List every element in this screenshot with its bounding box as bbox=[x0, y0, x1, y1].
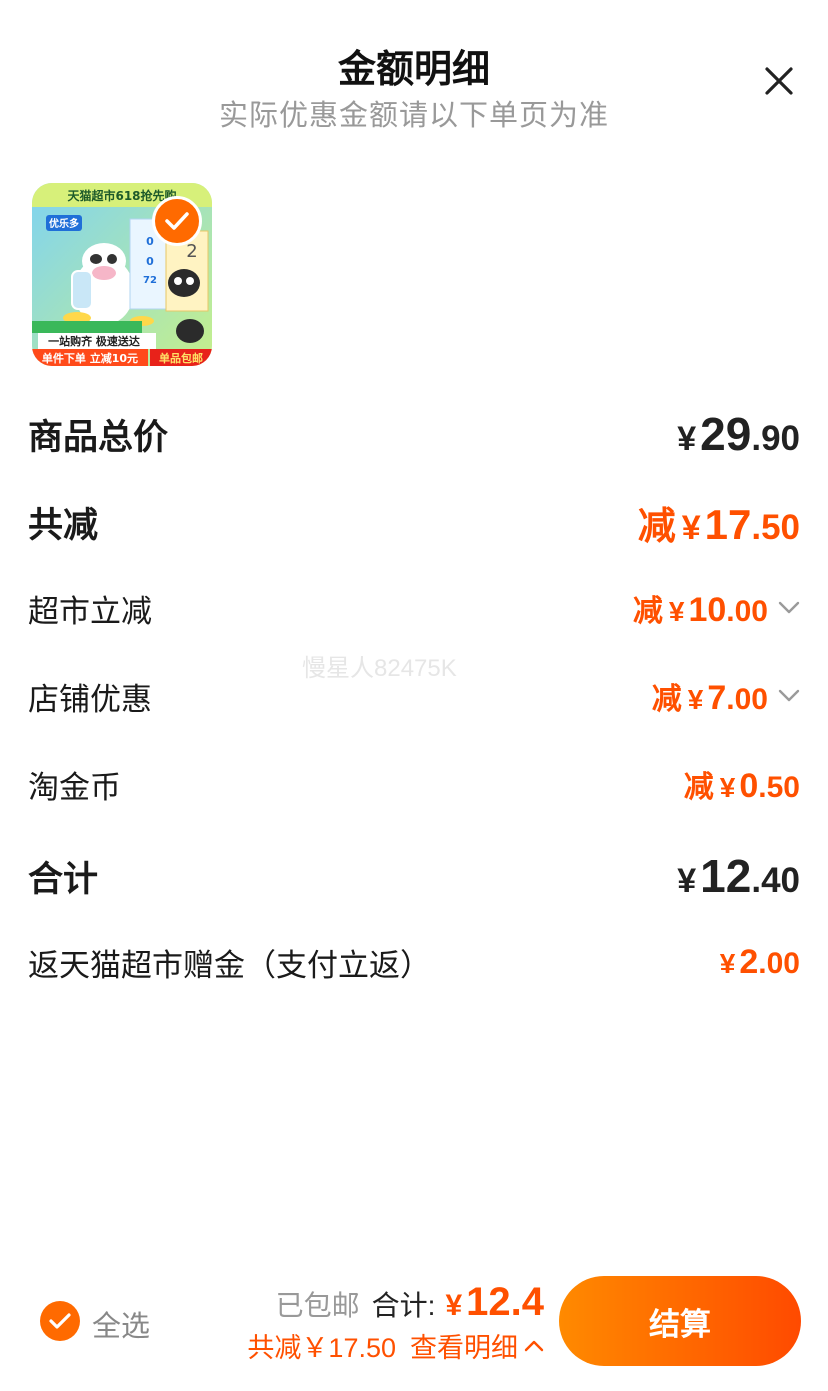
footer-discount-text: 共减￥17.50 bbox=[247, 1333, 396, 1363]
cashback-label: 返天猫超市赠金（支付立返） bbox=[28, 947, 431, 983]
currency-symbol: ¥ bbox=[687, 684, 704, 715]
row-supermarket-discount[interactable]: 超市立减 减 ¥ 10 .00 bbox=[28, 584, 800, 632]
close-icon bbox=[765, 67, 793, 95]
subtotal-amount: ¥ 12 .40 bbox=[677, 849, 800, 903]
checkout-button[interactable]: 结算 bbox=[559, 1276, 801, 1366]
chevron-up-icon[interactable] bbox=[524, 1339, 544, 1353]
total-price-dec: .90 bbox=[751, 419, 800, 458]
amount-detail-sheet: 金额明细 实际优惠金额请以下单页为准 天猫超市618抢先购 优乐多 0 0 72… bbox=[0, 0, 828, 1391]
product-brand: 优乐多 bbox=[49, 217, 79, 230]
currency-symbol: ¥ bbox=[677, 420, 697, 458]
total-price-int: 29 bbox=[700, 408, 752, 460]
shipping-free-label: 已包邮 bbox=[275, 1290, 360, 1321]
total-price-label: 商品总价 bbox=[28, 417, 169, 457]
currency-symbol: ¥ bbox=[677, 862, 697, 900]
row-store-discount[interactable]: 店铺优惠 减 ¥ 7 .00 bbox=[28, 672, 800, 720]
currency-symbol: ¥ bbox=[719, 772, 736, 803]
close-button[interactable] bbox=[760, 62, 798, 100]
taojin-coin-label: 淘金币 bbox=[28, 769, 121, 805]
discount-prefix: 减 bbox=[651, 683, 682, 716]
total-discount-label: 共减 bbox=[28, 505, 99, 545]
row-total-discount: 共减 减 ¥ 17 .50 bbox=[28, 496, 800, 548]
total-discount-dec: .50 bbox=[751, 507, 800, 547]
cashback-int: 2 bbox=[739, 942, 759, 981]
row-total-price: 商品总价 ¥ 29 .90 bbox=[28, 408, 800, 460]
currency-symbol: ¥ bbox=[668, 596, 685, 627]
supermarket-discount-amount: 减 ¥ 10 .00 bbox=[633, 586, 800, 630]
select-all-checkbox[interactable] bbox=[40, 1301, 80, 1341]
supermarket-discount-dec: .00 bbox=[726, 595, 768, 628]
total-discount-amount: 减 ¥ 17 .50 bbox=[638, 495, 800, 550]
taojin-coin-int: 0 bbox=[739, 767, 759, 805]
select-all-label[interactable]: 全选 bbox=[92, 1303, 150, 1345]
taojin-coin-amount: 减 ¥ 0 .50 bbox=[684, 762, 800, 806]
store-discount-label: 店铺优惠 bbox=[28, 681, 152, 717]
subtotal-label: 合计 bbox=[28, 859, 99, 899]
currency-symbol: ¥ bbox=[719, 947, 736, 979]
page-title: 金额明细 bbox=[337, 49, 490, 91]
row-subtotal: 合计 ¥ 12 .40 bbox=[28, 850, 800, 902]
discount-prefix: 减 bbox=[683, 771, 714, 804]
discount-prefix: 减 bbox=[632, 595, 663, 628]
currency-symbol: ¥ bbox=[681, 508, 701, 547]
total-discount-int: 17 bbox=[704, 500, 752, 548]
cashback-amount: ¥ 2 .00 bbox=[720, 943, 800, 982]
chevron-down-icon[interactable] bbox=[778, 689, 800, 703]
chevron-down-icon[interactable] bbox=[778, 601, 800, 615]
subtotal-dec: .40 bbox=[751, 861, 800, 900]
currency-symbol: ¥ bbox=[445, 1289, 463, 1322]
svg-text:72: 72 bbox=[143, 275, 157, 286]
cashback-dec: .00 bbox=[758, 946, 800, 980]
taojin-coin-dec: .50 bbox=[758, 771, 800, 804]
view-details-link[interactable]: 查看明细 bbox=[410, 1326, 518, 1365]
supermarket-discount-int: 10 bbox=[688, 591, 727, 629]
svg-text:0: 0 bbox=[146, 235, 154, 248]
discount-prefix: 减 bbox=[637, 505, 676, 548]
footer-discount-details[interactable]: 共减￥17.50 查看明细 bbox=[247, 1326, 544, 1365]
store-discount-int: 7 bbox=[707, 679, 727, 717]
total-price-amount: ¥ 29 .90 bbox=[677, 407, 800, 461]
product-select-checkbox[interactable] bbox=[152, 196, 202, 246]
svg-text:0: 0 bbox=[146, 255, 154, 268]
footer-total: 已包邮 合计: ¥ 12.4 bbox=[276, 1280, 544, 1325]
supermarket-discount-label: 超市立减 bbox=[28, 593, 152, 629]
row-cashback: 返天猫超市赠金（支付立返） ¥ 2 .00 bbox=[28, 938, 800, 986]
page-subtitle: 实际优惠金额请以下单页为准 bbox=[218, 100, 609, 132]
row-taojin-coin: 淘金币 减 ¥ 0 .50 bbox=[28, 760, 800, 808]
product-banner-mid: 一站购齐 极速送达 bbox=[48, 334, 140, 348]
product-banner-left: 单件下单 立减10元 bbox=[42, 351, 138, 365]
footer-total-value: 12.4 bbox=[466, 1280, 544, 1324]
store-discount-amount: 减 ¥ 7 .00 bbox=[652, 674, 800, 718]
check-icon bbox=[165, 212, 189, 230]
subtotal-int: 12 bbox=[700, 850, 752, 902]
product-banner-right: 单品包邮 bbox=[159, 351, 203, 365]
footer-total-label: 合计: bbox=[371, 1290, 436, 1321]
store-discount-dec: .00 bbox=[726, 683, 768, 716]
check-icon bbox=[49, 1313, 71, 1329]
